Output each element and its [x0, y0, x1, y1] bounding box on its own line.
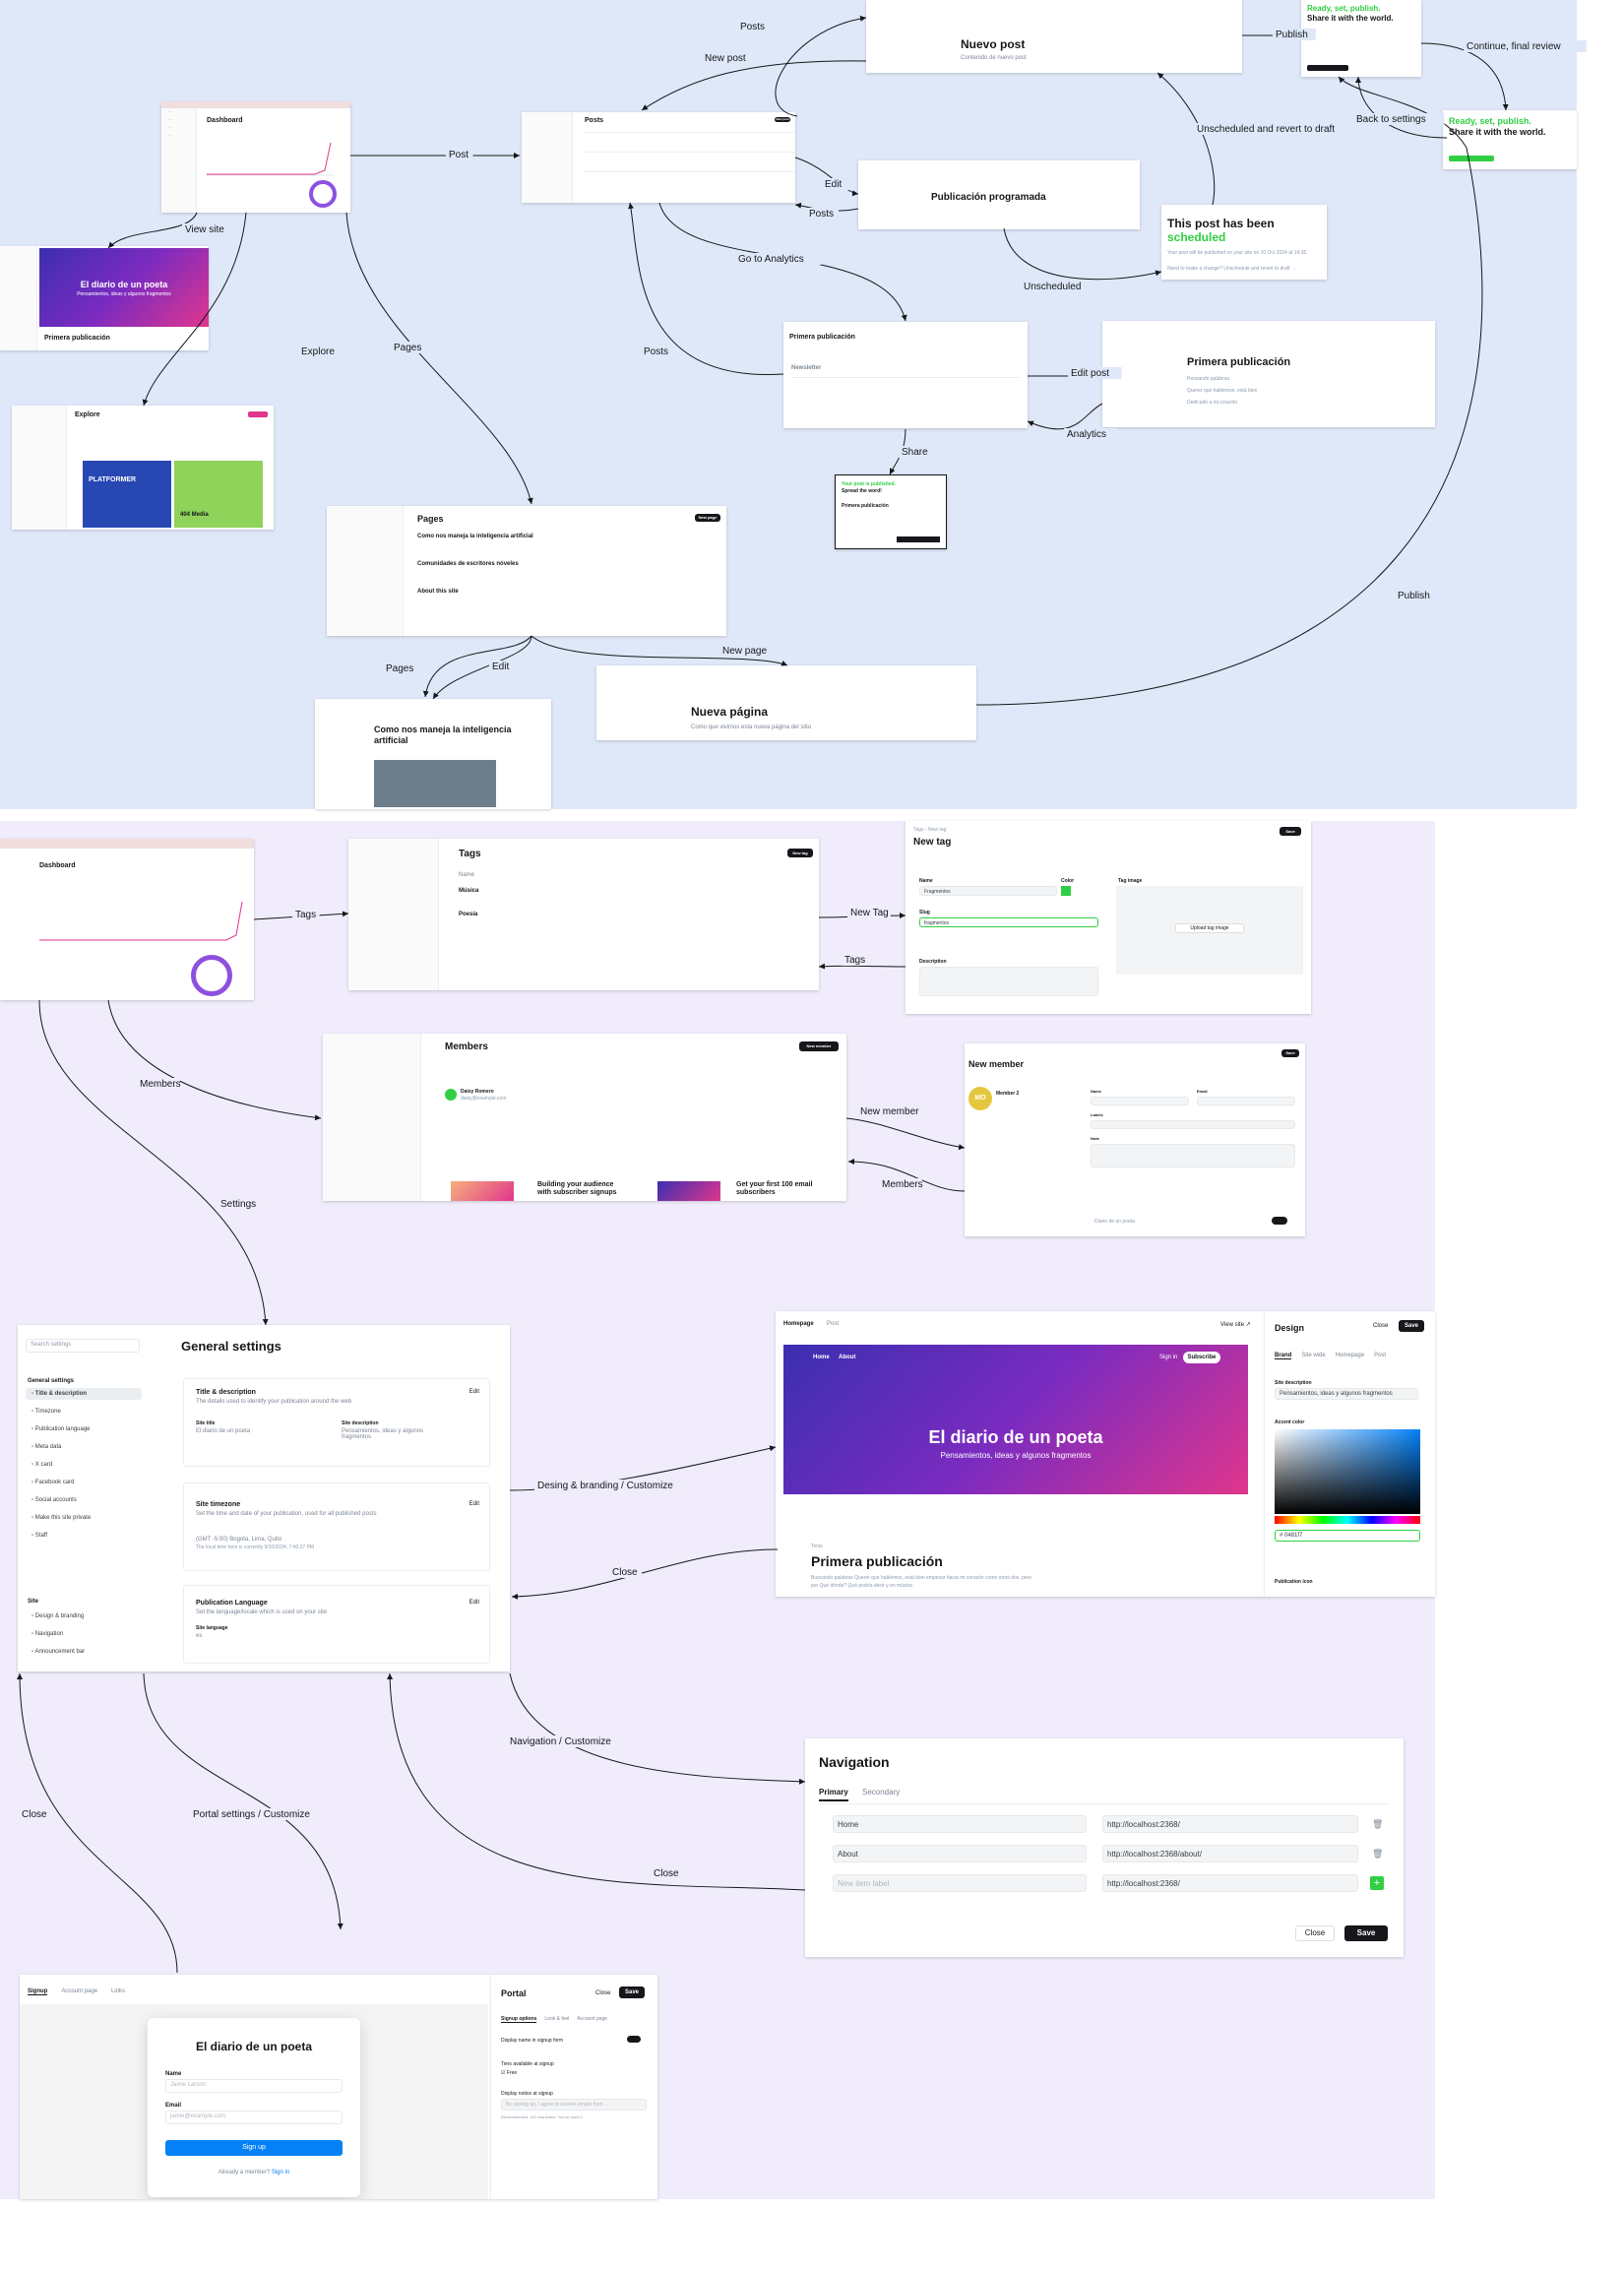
edge-label: Back to settings [1356, 114, 1426, 125]
edge-label: Close [654, 1868, 679, 1879]
edge-label: Unscheduled and revert to draft [1197, 124, 1335, 135]
edge-label: Posts [644, 347, 668, 357]
edge-label: Tags [295, 910, 316, 920]
edge-path [1420, 42, 1509, 111]
edge-path [17, 1672, 178, 1974]
edge-label: Edit [825, 179, 842, 190]
edge-label: Posts [740, 22, 765, 32]
edge-path [1355, 76, 1448, 139]
edge-path [345, 212, 533, 505]
edge-label: New page [722, 646, 767, 657]
edge-path [818, 963, 906, 970]
edge-label: View site [185, 224, 224, 235]
edge-label: Tags [844, 955, 865, 966]
edge-label: Edit [492, 662, 509, 672]
edge-label: Close [612, 1567, 638, 1578]
edge-label: Continue, final review [1467, 41, 1561, 52]
edge-path [775, 15, 867, 117]
edge-path [387, 1672, 806, 1891]
edge-label: New member [860, 1106, 919, 1117]
edge-label: Publish [1398, 591, 1430, 601]
edge-label: Navigation / Customize [510, 1736, 611, 1747]
edge-label: Publish [1276, 30, 1308, 40]
flow-connectors: Posts New post Publish Continue, final revi… [17, 15, 1587, 1974]
edge-path [107, 999, 322, 1121]
edge-path [845, 1117, 966, 1151]
edge-path [509, 1672, 806, 1785]
edge-label: Unscheduled [1024, 282, 1081, 292]
edge-label: Edit post [1071, 368, 1109, 379]
edge-path [1027, 403, 1103, 430]
edge-label: New Tag [850, 908, 889, 918]
edge-path [1156, 72, 1216, 206]
edge-label: Portal settings / Customize [193, 1809, 310, 1820]
edge-path [641, 60, 867, 111]
edge-label: Close [22, 1809, 47, 1820]
edge-label: Analytics [1067, 429, 1106, 440]
edge-path [511, 1548, 779, 1600]
edge-label: Pages [394, 343, 421, 353]
edge-label: New post [705, 53, 746, 64]
edge-path [38, 999, 269, 1326]
edge-label: Posts [809, 209, 834, 220]
edge-path [142, 212, 247, 407]
edge-label: Post [449, 150, 468, 160]
edge-label: Settings [220, 1199, 256, 1210]
edge-label: Members [882, 1179, 923, 1190]
edge-label: Share [902, 447, 928, 458]
edge-path [1003, 227, 1162, 281]
edge-path [143, 1672, 344, 1930]
edge-label: Desing & branding / Customize [537, 1481, 673, 1491]
edge-label: Explore [301, 347, 335, 357]
edge-label: Members [140, 1079, 181, 1090]
edge-label: Go to Analytics [738, 254, 804, 265]
edge-label: Pages [386, 663, 413, 674]
edge-path [975, 76, 1483, 706]
